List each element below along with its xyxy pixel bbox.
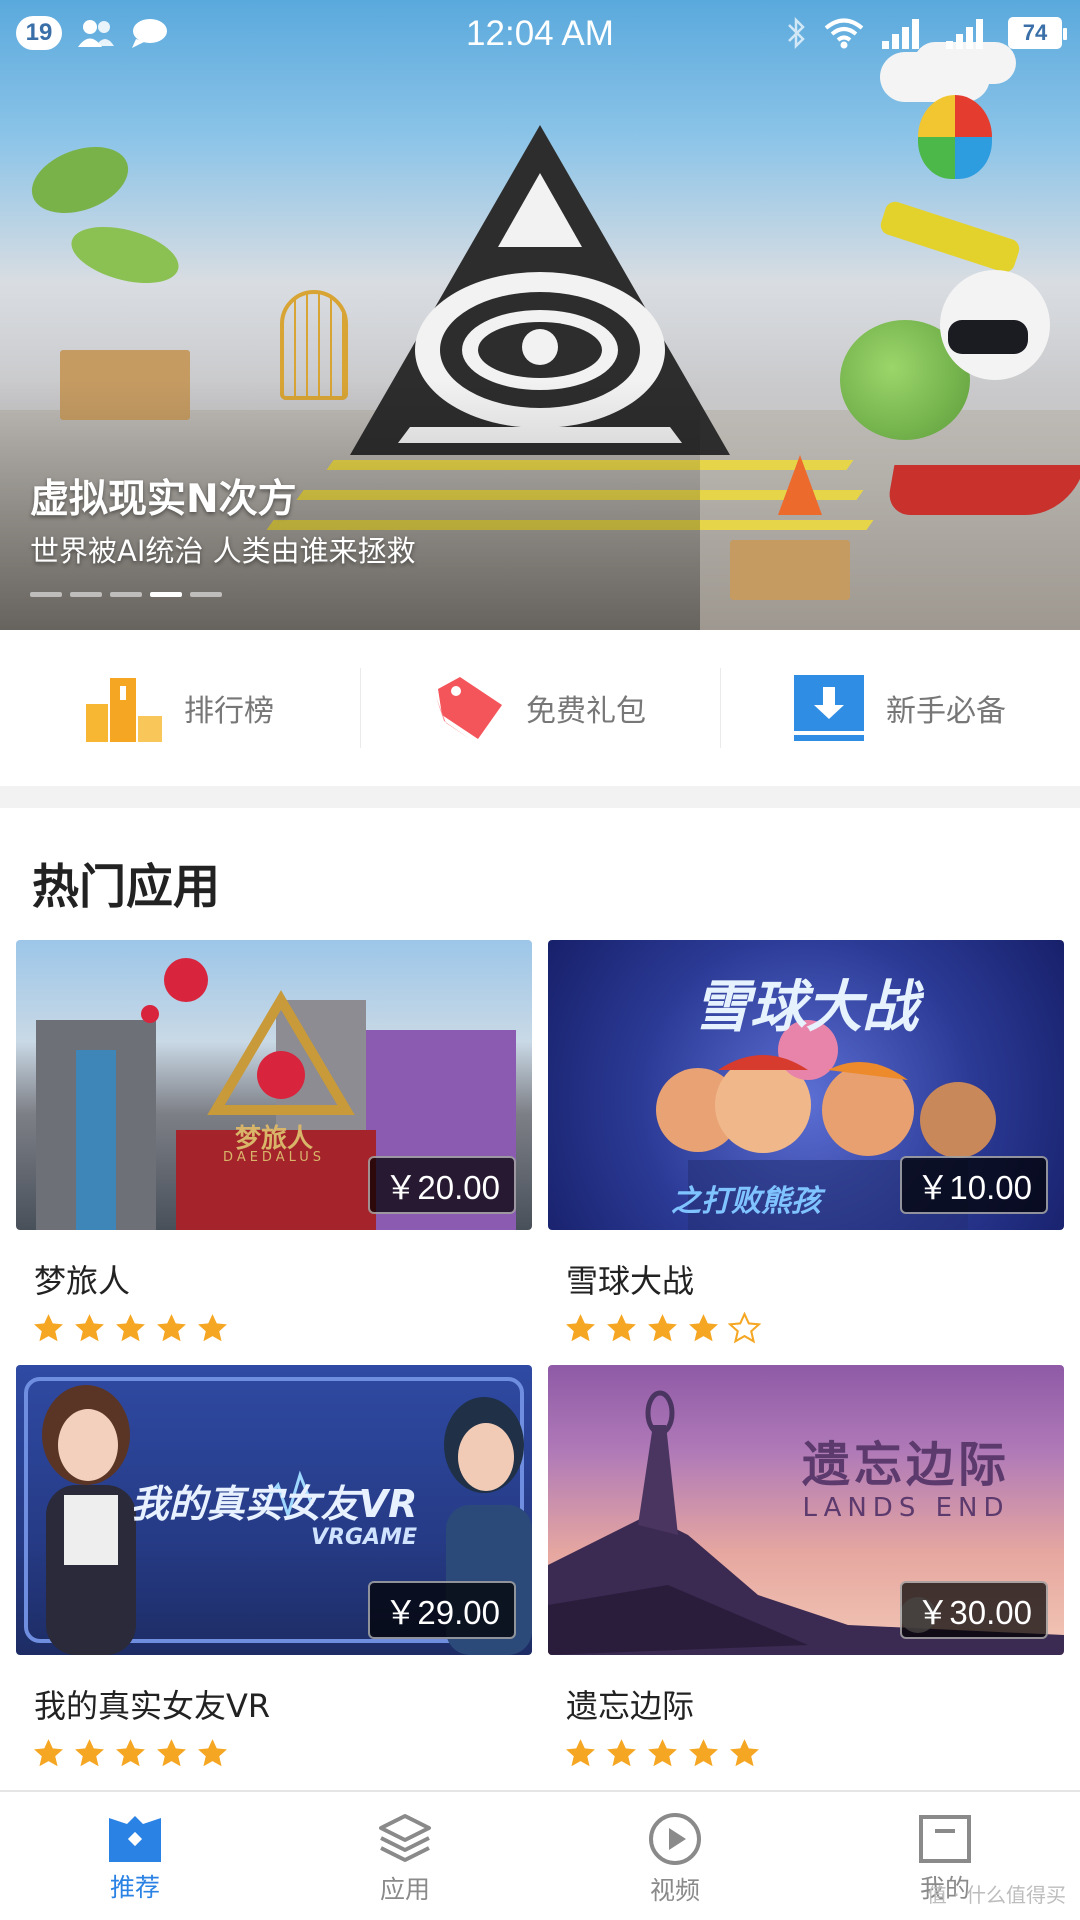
status-bar: 19 12:04 AM 74 [0,0,1080,70]
banner-balloon [918,95,992,179]
gift-tag-icon [436,677,502,739]
tab-label: 应用 [379,1875,430,1904]
thumb-title: 雪球大战 [694,975,918,1040]
tab-label: 视频 [649,1876,700,1905]
section-divider [0,786,1080,808]
star-filled-icon [157,1739,186,1767]
price-badge: ￥20.00 [368,1156,516,1214]
wifi-icon [824,18,864,49]
profile-icon [919,1815,971,1863]
price-badge: ￥30.00 [900,1581,1048,1639]
pagination-dot-active[interactable] [150,592,182,597]
app-name[interactable]: 我的真实女友VR [34,1681,532,1727]
app-thumbnail[interactable]: 雪球大战 之打败熊孩 ￥10.00 [548,940,1064,1230]
star-filled-icon [75,1314,104,1342]
rating-stars [32,1312,532,1345]
tab-label: 推荐 [109,1873,160,1902]
app-thumbnail[interactable]: 遗忘边际 LANDS END ￥30.00 [548,1365,1064,1655]
star-filled-icon [34,1314,63,1342]
star-filled-icon [689,1314,718,1342]
banner-title: 虚拟现实N次方 [30,477,297,522]
star-filled-icon [566,1314,595,1342]
quick-nav-newbie-essentials[interactable]: 新手必备 [720,630,1080,786]
ranking-icon [86,678,162,742]
video-icon [649,1813,701,1865]
app-thumbnail[interactable]: 我的真实女友VR VRGAME ￥29.00 [16,1365,532,1655]
apps-icon [379,1814,431,1862]
signal-icon [882,19,919,49]
status-right: 74 [786,16,1067,50]
star-filled-icon [689,1739,718,1767]
star-filled-icon [157,1314,186,1342]
star-empty-icon [728,1312,761,1344]
star-filled-icon [607,1739,636,1767]
price-badge: ￥29.00 [368,1581,516,1639]
app-name[interactable]: 梦旅人 [34,1256,532,1302]
rating-stars [32,1737,532,1770]
thumb-subtitle: LANDS END [802,1493,1010,1523]
app-card-snowball-fight[interactable]: 雪球大战 之打败熊孩 ￥10.00 雪球大战 [548,940,1064,1345]
app-card-my-real-girlfriend-vr[interactable]: 我的真实女友VR VRGAME ￥29.00 我的真实女友VR [16,1365,532,1770]
rating-stars [564,1312,1064,1345]
quick-nav-ranking[interactable]: 排行榜 [0,630,360,786]
hero-banner[interactable]: 虚拟现实N次方 世界被AI统治 人类由谁来拯救 [0,0,1080,630]
star-filled-icon [198,1314,227,1342]
banner-cone [778,455,822,515]
pagination-dot[interactable] [110,592,142,597]
banner-crane [878,199,1022,275]
app-card-daedalus[interactable]: 梦旅人 DAEDALUS ￥20.00 梦旅人 [16,940,532,1345]
bottom-tab-bar: 推荐 应用 视频 我的 值 · 什么值得买 [0,1790,1080,1920]
star-filled-icon [116,1739,145,1767]
pagination-dot[interactable] [70,592,102,597]
star-filled-icon [116,1314,145,1342]
app-name[interactable]: 雪球大战 [566,1256,1064,1302]
banner-pagination [30,592,222,597]
app-card-lands-end[interactable]: 遗忘边际 LANDS END ￥30.00 遗忘边际 [548,1365,1064,1770]
quick-nav: 排行榜 免费礼包 新手必备 [0,630,1080,786]
quick-nav-label: 排行榜 [184,694,274,729]
banner-plant [65,216,185,294]
pagination-dot[interactable] [30,592,62,597]
tab-video[interactable]: 视频 [540,1792,810,1920]
quick-nav-label: 免费礼包 [526,694,646,729]
thumb-title: 遗忘边际 [801,1437,1010,1493]
star-filled-icon [607,1314,636,1342]
banner-robot [940,270,1050,380]
star-filled-icon [730,1739,759,1767]
banner-subtitle: 世界被AI统治 人类由谁来拯救 [30,534,416,568]
tab-apps[interactable]: 应用 [270,1792,540,1920]
app-thumbnail[interactable]: 梦旅人 DAEDALUS ￥20.00 [16,940,532,1230]
signal-icon [946,19,983,49]
rating-stars [564,1737,1064,1770]
banner-plant [22,134,138,226]
pagination-dot[interactable] [190,592,222,597]
battery-icon: 74 [1008,17,1067,49]
quick-nav-label: 新手必备 [886,694,1006,729]
download-icon [794,675,864,741]
tab-recommend[interactable]: 推荐 [0,1792,270,1920]
watermark: 值 · 什么值得买 [926,1883,1066,1907]
thumb-title: 我的真实女友VR [130,1482,418,1526]
thumb-subtitle: VRGAME [311,1525,417,1550]
price-badge: ￥10.00 [900,1156,1048,1214]
banner-box [730,540,850,600]
star-filled-icon [75,1739,104,1767]
star-filled-icon [648,1739,677,1767]
star-filled-icon [648,1314,677,1342]
star-filled-icon [34,1739,63,1767]
recommend-icon [109,1816,161,1862]
star-filled-icon [566,1739,595,1767]
hot-apps-title: 热门应用 [32,860,220,915]
star-filled-icon [198,1739,227,1767]
bluetooth-icon [788,16,805,50]
banner-boat [885,465,1080,515]
app-name[interactable]: 遗忘边际 [566,1681,1064,1727]
quick-nav-free-gift[interactable]: 免费礼包 [360,630,720,786]
